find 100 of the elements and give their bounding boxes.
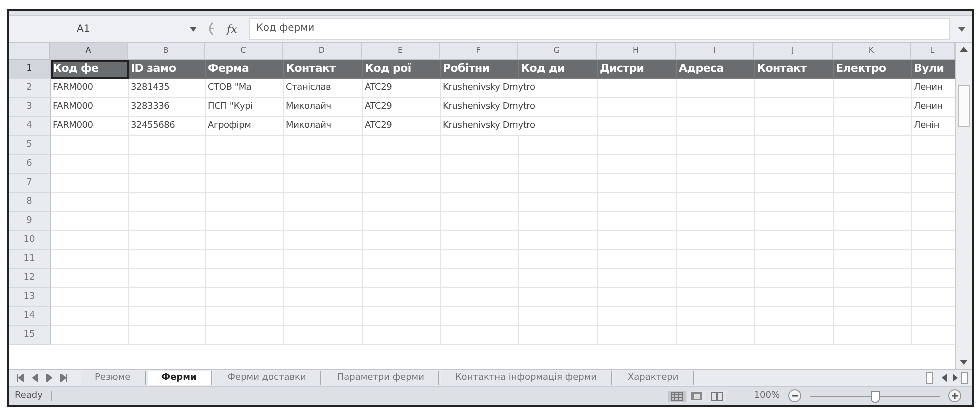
column-header[interactable]: J xyxy=(754,43,833,59)
table-cell[interactable] xyxy=(206,288,284,307)
table-cell[interactable] xyxy=(598,174,677,193)
scroll-up-icon[interactable] xyxy=(960,47,968,52)
column-title-cell[interactable]: Контакт xyxy=(284,60,363,79)
table-cell[interactable] xyxy=(129,212,206,231)
table-cell[interactable] xyxy=(834,250,912,269)
table-cell[interactable] xyxy=(206,193,284,212)
zoom-in-icon[interactable] xyxy=(948,389,962,403)
table-cell[interactable] xyxy=(519,307,598,326)
zoom-slider-thumb[interactable] xyxy=(871,391,880,403)
row-number[interactable]: 13 xyxy=(9,288,51,307)
table-cell[interactable] xyxy=(129,307,206,326)
table-cell[interactable] xyxy=(284,155,363,174)
table-cell[interactable] xyxy=(677,212,755,231)
table-cell[interactable] xyxy=(519,174,598,193)
row-number[interactable]: 5 xyxy=(9,136,51,155)
table-cell[interactable] xyxy=(755,79,834,98)
table-cell[interactable] xyxy=(441,288,519,307)
column-title-cell[interactable]: Код рої xyxy=(363,60,441,79)
table-cell[interactable] xyxy=(441,174,519,193)
table-cell[interactable] xyxy=(834,136,912,155)
table-cell[interactable] xyxy=(834,212,912,231)
row-number[interactable]: 9 xyxy=(9,212,51,231)
table-cell[interactable] xyxy=(598,288,677,307)
row-number[interactable]: 2 xyxy=(9,79,51,98)
sheet-tab[interactable]: Характери xyxy=(614,371,694,385)
table-cell[interactable] xyxy=(284,193,363,212)
table-cell[interactable] xyxy=(834,174,912,193)
sheet-tab[interactable]: Параметри ферми xyxy=(323,371,440,385)
table-cell[interactable] xyxy=(519,269,598,288)
table-cell[interactable] xyxy=(284,269,363,288)
table-cell[interactable] xyxy=(284,307,363,326)
table-cell[interactable] xyxy=(834,326,912,345)
vertical-scrollbar[interactable] xyxy=(955,43,972,369)
formula-field[interactable]: Код ферми xyxy=(249,18,950,40)
column-title-cell[interactable]: Вули xyxy=(912,60,955,79)
table-cell[interactable] xyxy=(677,326,755,345)
zoom-out-icon[interactable] xyxy=(788,389,802,403)
insert-function-button[interactable]: fx xyxy=(223,22,242,36)
table-cell[interactable] xyxy=(834,231,912,250)
row-number[interactable]: 10 xyxy=(9,231,51,250)
table-cell[interactable] xyxy=(363,155,441,174)
table-cell[interactable] xyxy=(834,117,912,136)
table-cell[interactable] xyxy=(51,136,129,155)
table-cell[interactable] xyxy=(598,136,677,155)
table-cell[interactable] xyxy=(755,250,834,269)
table-cell[interactable] xyxy=(755,288,834,307)
table-cell[interactable] xyxy=(834,269,912,288)
table-cell[interactable] xyxy=(51,174,129,193)
table-cell[interactable] xyxy=(519,288,598,307)
table-cell[interactable] xyxy=(755,155,834,174)
sheet-tab[interactable]: Ферми xyxy=(148,371,212,385)
table-cell[interactable]: Миколайч xyxy=(284,117,363,136)
table-cell[interactable] xyxy=(755,231,834,250)
layout-view-button[interactable] xyxy=(688,390,706,402)
table-cell[interactable] xyxy=(834,307,912,326)
table-cell[interactable] xyxy=(677,98,755,117)
table-cell[interactable] xyxy=(51,307,129,326)
table-cell[interactable] xyxy=(598,231,677,250)
table-cell[interactable] xyxy=(598,117,677,136)
table-cell[interactable]: 3281435 xyxy=(129,79,206,98)
table-cell[interactable] xyxy=(284,174,363,193)
table-cell[interactable] xyxy=(519,250,598,269)
table-cell[interactable] xyxy=(755,98,834,117)
row-number[interactable]: 12 xyxy=(9,269,51,288)
table-cell[interactable]: ATC29 xyxy=(363,98,441,117)
sheet-tab[interactable]: Резюме xyxy=(81,371,146,385)
column-title-cell[interactable]: Адреса xyxy=(677,60,755,79)
table-cell[interactable]: Krushenivsky Dmytro xyxy=(441,98,598,117)
table-cell[interactable] xyxy=(51,326,129,345)
column-title-cell[interactable]: Дистри xyxy=(598,60,677,79)
table-cell[interactable] xyxy=(284,288,363,307)
column-title-cell[interactable]: Код ди xyxy=(519,60,598,79)
column-title-cell[interactable]: Контакт xyxy=(755,60,834,79)
table-cell[interactable] xyxy=(834,98,912,117)
table-cell[interactable]: ПСП "Курі xyxy=(206,98,284,117)
table-cell[interactable] xyxy=(677,155,755,174)
scroll-down-icon[interactable] xyxy=(960,360,968,365)
table-cell[interactable] xyxy=(519,155,598,174)
table-cell[interactable] xyxy=(441,136,519,155)
table-cell[interactable] xyxy=(677,269,755,288)
break-view-button[interactable] xyxy=(708,390,726,402)
table-cell[interactable] xyxy=(206,307,284,326)
table-cell[interactable] xyxy=(51,231,129,250)
table-cell[interactable] xyxy=(677,250,755,269)
table-cell[interactable] xyxy=(206,155,284,174)
table-cell[interactable] xyxy=(129,288,206,307)
table-cell[interactable] xyxy=(51,288,129,307)
table-cell[interactable] xyxy=(677,136,755,155)
column-header[interactable]: G xyxy=(518,43,597,59)
column-header[interactable]: I xyxy=(676,43,754,59)
column-header[interactable]: K xyxy=(833,43,911,59)
column-header[interactable]: C xyxy=(205,43,283,59)
column-title-cell[interactable]: Ферма xyxy=(206,60,284,79)
column-header[interactable]: H xyxy=(597,43,676,59)
table-cell[interactable] xyxy=(284,231,363,250)
table-cell[interactable] xyxy=(519,193,598,212)
column-header[interactable]: D xyxy=(283,43,362,59)
expand-icon[interactable] xyxy=(958,26,966,32)
